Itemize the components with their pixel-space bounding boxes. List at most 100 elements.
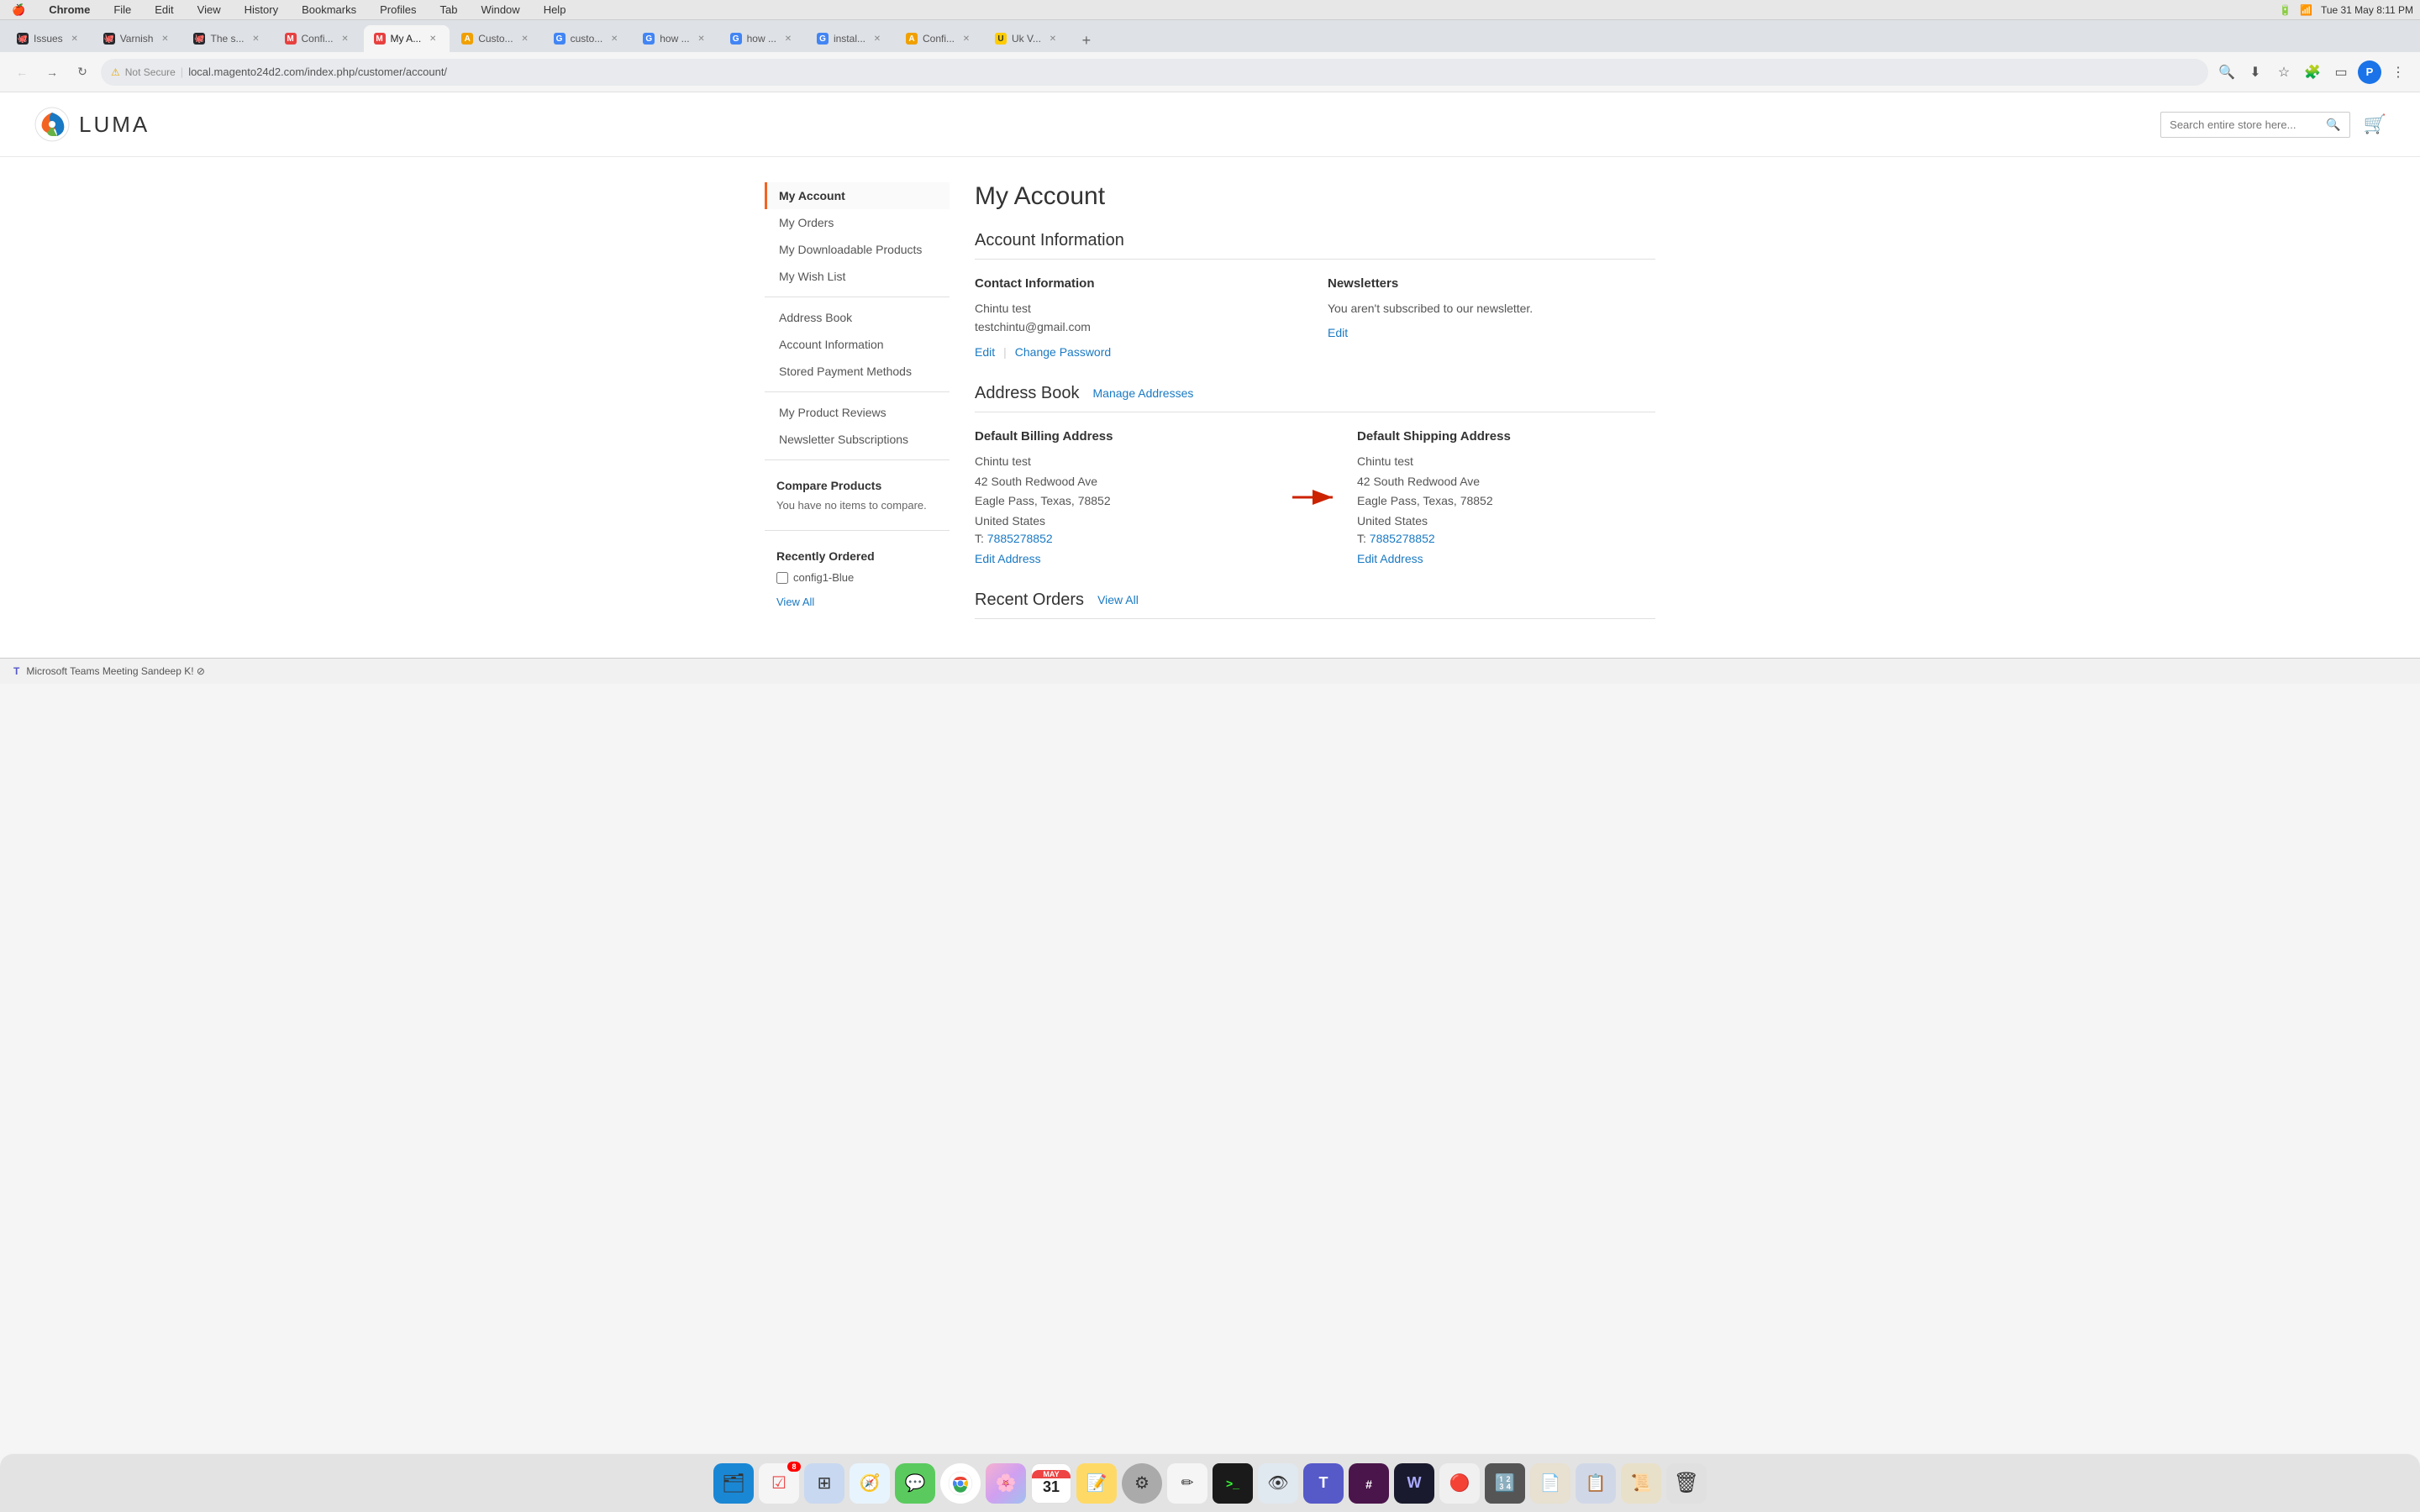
menu-edit[interactable]: Edit [150, 2, 178, 18]
dock-reminders[interactable]: ☑ 8 [759, 1463, 799, 1504]
store-search[interactable]: 🔍 [2160, 112, 2349, 138]
dock-textsoap[interactable]: 📄 [1530, 1463, 1570, 1504]
sidebar-item-wish-list[interactable]: My Wish List [765, 263, 950, 290]
view-all-orders-link[interactable]: View All [1097, 593, 1139, 606]
tab-custo-g1[interactable]: G custo... ✕ [544, 25, 632, 52]
profile-button[interactable]: P [2358, 60, 2381, 84]
dock-messages[interactable]: 💬 [895, 1463, 935, 1504]
account-info-section-title: Account Information [975, 231, 1655, 260]
edit-contact-link[interactable]: Edit [975, 345, 995, 359]
edit-newsletter-link[interactable]: Edit [1328, 326, 1348, 339]
tab-custo1[interactable]: A Custo... ✕ [451, 25, 541, 52]
tab-my-account[interactable]: M My A... ✕ [364, 25, 450, 52]
sidebar-item-address-book[interactable]: Address Book [765, 304, 950, 331]
tab-close-uk-v[interactable]: ✕ [1046, 32, 1060, 45]
cart-icon[interactable]: 🛒 [2364, 113, 2386, 135]
sidebar-item-my-account[interactable]: My Account [765, 182, 950, 209]
dock-notes[interactable]: 📝 [1076, 1463, 1117, 1504]
billing-phone-number[interactable]: 7885278852 [987, 532, 1053, 545]
tab-close-varnish[interactable]: ✕ [158, 32, 171, 45]
menu-file[interactable]: File [108, 2, 136, 18]
recently-item-checkbox[interactable] [776, 572, 788, 584]
tab-close-confi2[interactable]: ✕ [960, 32, 973, 45]
view-all-recently[interactable]: View All [776, 596, 814, 608]
dock-safari[interactable]: 🧭 [850, 1463, 890, 1504]
dock-warp[interactable]: W [1394, 1463, 1434, 1504]
back-button[interactable]: ← [10, 60, 34, 84]
main-layout: My Account My Orders My Downloadable Pro… [748, 157, 1672, 658]
search-input[interactable] [2170, 118, 2321, 131]
address-bar: ← → ↻ ⚠ Not Secure | local.magento24d2.c… [0, 52, 2420, 92]
tab-how1[interactable]: G how ... ✕ [633, 25, 718, 52]
sidebar-item-newsletter[interactable]: Newsletter Subscriptions [765, 426, 950, 453]
forward-button[interactable]: → [40, 60, 64, 84]
bookmark-button[interactable]: ☆ [2272, 60, 2296, 84]
tab-close-how2[interactable]: ✕ [781, 32, 795, 45]
menu-view[interactable]: View [192, 2, 226, 18]
contact-name: Chintu test [975, 299, 1302, 318]
download-button[interactable]: ⬇ [2244, 60, 2267, 84]
dock-chrome[interactable] [940, 1463, 981, 1504]
tab-close-my-account[interactable]: ✕ [426, 32, 439, 45]
tab-uk-v[interactable]: U Uk V... ✕ [985, 25, 1070, 52]
tab-varnish[interactable]: 🐙 Varnish ✕ [93, 25, 182, 52]
tab-close-custo-g1[interactable]: ✕ [608, 32, 621, 45]
dock-terminal[interactable]: >_ [1213, 1463, 1253, 1504]
menu-bookmarks[interactable]: Bookmarks [297, 2, 361, 18]
extensions-button[interactable]: 🧩 [2301, 60, 2324, 84]
dock-finder[interactable]: 🗂 [713, 1463, 754, 1504]
tab-confi2[interactable]: A Confi... ✕ [896, 25, 983, 52]
tab-issues[interactable]: 🐙 Issues ✕ [7, 25, 92, 52]
dock-calendar[interactable]: MAY 31 [1031, 1463, 1071, 1504]
change-password-link[interactable]: Change Password [1015, 345, 1111, 359]
reload-button[interactable]: ↻ [71, 60, 94, 84]
menu-help[interactable]: Help [539, 2, 571, 18]
dock-trash[interactable]: 🗑 [1666, 1463, 1707, 1504]
wifi-icon: 🔋 [2279, 4, 2291, 16]
dock-preview[interactable]: 👁 [1258, 1463, 1298, 1504]
sidebar-item-payment[interactable]: Stored Payment Methods [765, 358, 950, 385]
cast-button[interactable]: ▭ [2329, 60, 2353, 84]
tab-close-custo1[interactable]: ✕ [518, 32, 532, 45]
tab-close-issues[interactable]: ✕ [68, 32, 82, 45]
tab-the-s[interactable]: 🐙 The s... ✕ [183, 25, 272, 52]
dock-system-prefs[interactable]: ⚙ [1122, 1463, 1162, 1504]
dock-textedit[interactable]: ✏ [1167, 1463, 1207, 1504]
edit-shipping-address-link[interactable]: Edit Address [1357, 552, 1423, 565]
tab-how2[interactable]: G how ... ✕ [720, 25, 805, 52]
manage-addresses-link[interactable]: Manage Addresses [1093, 386, 1194, 400]
page-title: My Account [975, 182, 1655, 211]
dock-photos[interactable]: 🌸 [986, 1463, 1026, 1504]
luma-logo[interactable]: LUMA [34, 106, 150, 143]
dock-clipboard[interactable]: 📋 [1576, 1463, 1616, 1504]
dock-slack[interactable]: # [1349, 1463, 1389, 1504]
menu-chrome[interactable]: Chrome [44, 2, 95, 18]
menu-tab[interactable]: Tab [434, 2, 462, 18]
tab-close-instal[interactable]: ✕ [871, 32, 884, 45]
dock-scroll[interactable]: 📜 [1621, 1463, 1661, 1504]
menu-button[interactable]: ⋮ [2386, 60, 2410, 84]
tab-close-the-s[interactable]: ✕ [250, 32, 263, 45]
sidebar-item-my-orders[interactable]: My Orders [765, 209, 950, 236]
new-tab-button[interactable]: + [1075, 29, 1098, 52]
dock-unknown1[interactable]: 🔴 [1439, 1463, 1480, 1504]
menu-history[interactable]: History [239, 2, 283, 18]
sidebar-item-downloadable[interactable]: My Downloadable Products [765, 236, 950, 263]
dock-calculator[interactable]: 🔢 [1485, 1463, 1525, 1504]
sidebar-item-account-info[interactable]: Account Information [765, 331, 950, 358]
tab-confi1[interactable]: M Confi... ✕ [275, 25, 362, 52]
edit-billing-address-link[interactable]: Edit Address [975, 552, 1041, 565]
apple-menu[interactable]: 🍎 [7, 2, 30, 18]
tab-instal[interactable]: G instal... ✕ [807, 25, 894, 52]
tab-close-confi1[interactable]: ✕ [339, 32, 352, 45]
sidebar-item-reviews[interactable]: My Product Reviews [765, 399, 950, 426]
dock-teams[interactable]: T [1303, 1463, 1344, 1504]
search-button[interactable]: 🔍 [2215, 60, 2238, 84]
dock-launchpad[interactable]: ⊞ [804, 1463, 844, 1504]
menu-window[interactable]: Window [476, 2, 524, 18]
tab-close-how1[interactable]: ✕ [695, 32, 708, 45]
toolbar-right: 🔍 ⬇ ☆ 🧩 ▭ P ⋮ [2215, 60, 2410, 84]
menu-profiles[interactable]: Profiles [375, 2, 421, 18]
url-bar[interactable]: ⚠ Not Secure | local.magento24d2.com/ind… [101, 59, 2208, 86]
shipping-phone-number[interactable]: 7885278852 [1370, 532, 1435, 545]
